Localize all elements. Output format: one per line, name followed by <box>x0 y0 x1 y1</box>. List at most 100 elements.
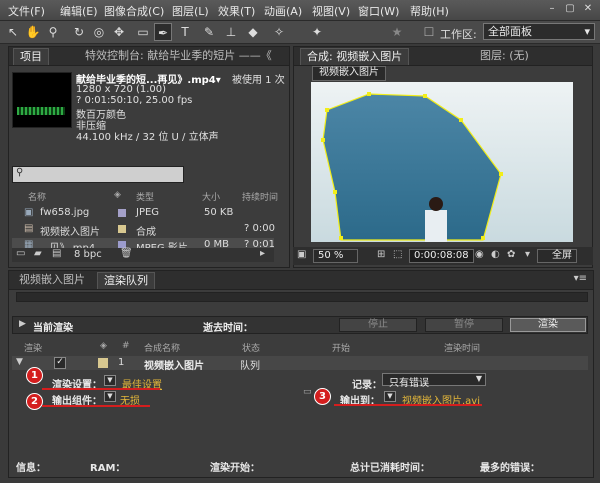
roto-brush-tool-icon[interactable]: ✧ <box>270 23 288 41</box>
file-row[interactable]: ▦ ...见》.mp4 MPEG 影片 0 MB ? 0:01 <box>12 238 274 248</box>
log-label: 记录： <box>352 380 382 391</box>
column-duration[interactable]: 持续时间 <box>242 190 278 203</box>
column-type[interactable]: 类型 <box>136 190 154 203</box>
file-name: 视频嵌入图片 <box>40 227 100 238</box>
comp-viewer-bar: ▣ 50 % ⊞ ⬚ 0:00:08:08 ◉ ◐ ✿ ▾ 全屏 <box>293 247 593 265</box>
step-badge-3: 3 <box>314 388 331 405</box>
expand-triangle-icon[interactable]: ▼ <box>16 357 23 367</box>
comp-name-button[interactable]: 视频嵌入图片 <box>312 66 386 81</box>
menu-edit[interactable]: 编辑(E) <box>60 3 98 19</box>
label-swatch[interactable] <box>118 209 126 217</box>
output-module-dropdown-icon[interactable]: ▼ <box>104 391 116 402</box>
rectangle-tool-icon[interactable]: ▭ <box>134 23 152 41</box>
label-swatch[interactable] <box>118 241 126 248</box>
maximize-icon[interactable]: ▢ <box>562 2 578 16</box>
menu-file[interactable]: 文件(F) <box>8 3 45 19</box>
new-folder-icon[interactable]: ▰ <box>34 248 42 259</box>
column-size[interactable]: 大小 <box>202 190 220 203</box>
column-start[interactable]: 开始 <box>332 341 350 354</box>
tab-render-queue[interactable]: 渲染队列 <box>97 272 155 289</box>
workspace-checkbox-icon[interactable]: ☐ <box>420 23 438 41</box>
column-render-time[interactable]: 渲染时间 <box>444 341 480 354</box>
render-button[interactable]: 渲染 <box>510 318 586 332</box>
puppet-pin-tool-icon[interactable]: ✦ <box>308 23 326 41</box>
new-composition-icon[interactable]: ▤ <box>52 248 61 259</box>
used-count: 被使用 1 次 <box>232 75 285 86</box>
menu-animation[interactable]: 动画(A) <box>264 3 302 19</box>
menu-effect[interactable]: 效果(T) <box>218 3 255 19</box>
trash-icon[interactable]: 🗑 <box>120 248 133 259</box>
tab-composition[interactable]: 合成: 视频嵌入图片 <box>300 48 410 65</box>
zoom-tool-icon[interactable]: ⚲ <box>44 23 62 41</box>
project-tabbar: 项目 特效控制台: 献给毕业季的短片 ——《 <box>9 47 289 66</box>
brush-tool-icon[interactable]: ✎ <box>200 23 218 41</box>
chevron-down-icon: ▾ <box>584 25 590 38</box>
add-output-icon[interactable]: ▭ <box>303 387 312 397</box>
column-render[interactable]: 渲染 <box>24 341 42 354</box>
eraser-tool-icon[interactable]: ◆ <box>244 23 262 41</box>
render-settings-dropdown-icon[interactable]: ▼ <box>104 375 116 386</box>
stop-button[interactable]: 停止 <box>339 318 417 332</box>
current-timecode[interactable]: 0:00:08:08 <box>409 249 474 263</box>
tab-layer[interactable]: 图层: (无) <box>474 48 535 65</box>
hand-tool-icon[interactable]: ✋ <box>24 23 42 41</box>
step-badge-1: 1 <box>26 367 43 384</box>
menu-view[interactable]: 视图(V) <box>312 3 350 19</box>
camera-tool-icon[interactable]: ◎ <box>90 23 108 41</box>
panel-menu-icon[interactable]: ▾≡ <box>574 273 587 284</box>
tag-icon[interactable]: ◈ <box>100 341 107 351</box>
pause-button[interactable]: 暂停 <box>425 318 503 332</box>
region-of-interest-icon[interactable]: ⬚ <box>393 249 402 260</box>
figure-clothes <box>425 210 447 242</box>
file-type: JPEG <box>136 207 160 218</box>
chevron-down-icon[interactable]: ▾ <box>525 249 530 260</box>
interpret-footage-icon[interactable]: ▭ <box>16 248 25 259</box>
zoom-select[interactable]: 50 % <box>313 249 359 263</box>
column-status[interactable]: 状态 <box>242 341 260 354</box>
tab-effect-controls[interactable]: 特效控制台: 献给毕业季的短片 ——《 <box>79 48 279 65</box>
menu-composition[interactable]: 图像合成(C) <box>104 3 164 19</box>
log-select[interactable]: 只有错误 ▼ <box>382 373 486 389</box>
safe-area-icon[interactable]: ⊞ <box>377 249 385 260</box>
column-comp-name[interactable]: 合成名称 <box>144 341 180 354</box>
label-swatch[interactable] <box>118 225 126 233</box>
footage-resolution: 1280 x 720 (1.00) <box>76 84 167 95</box>
bit-depth[interactable]: 8 bpc <box>74 249 102 260</box>
menu-layer[interactable]: 图层(L) <box>172 3 209 19</box>
clone-stamp-tool-icon[interactable]: ⊥ <box>222 23 240 41</box>
selection-tool-icon[interactable]: ↖ <box>4 23 22 41</box>
comp-viewer[interactable] <box>311 82 573 242</box>
scroll-right-icon[interactable]: ▸ <box>260 248 265 259</box>
view-select[interactable]: 全屏 <box>537 249 577 263</box>
column-number[interactable]: # <box>122 341 130 351</box>
minimize-icon[interactable]: – <box>544 2 560 16</box>
file-row[interactable]: ▣ fw658.jpg JPEG 50 KB <box>12 206 274 221</box>
color-channel-icon[interactable]: ✿ <box>507 249 515 260</box>
project-search-input[interactable]: ⚲ <box>12 166 184 183</box>
pan-behind-tool-icon[interactable]: ✥ <box>110 23 128 41</box>
output-to-dropdown-icon[interactable]: ▼ <box>384 391 396 402</box>
close-icon[interactable]: ✕ <box>580 2 596 16</box>
menu-window[interactable]: 窗口(W) <box>358 3 399 19</box>
log-value: 只有错误 <box>389 378 429 389</box>
item-comp-name: 视频嵌入图片 <box>144 361 204 372</box>
column-name[interactable]: 名称 <box>28 190 46 203</box>
show-snapshot-icon[interactable]: ◐ <box>491 249 500 260</box>
label-swatch[interactable] <box>98 358 108 368</box>
render-queue-item[interactable]: ▼ ✓ 1 视频嵌入图片 队列 <box>12 356 588 372</box>
file-row[interactable]: ▤ 视频嵌入图片 合成 ? 0:00 <box>12 222 275 238</box>
grid-toggle-icon[interactable]: ▣ <box>297 249 306 260</box>
text-tool-icon[interactable]: T <box>176 23 194 41</box>
star-icon[interactable]: ★ <box>388 23 406 41</box>
pen-tool-icon[interactable]: ✒ <box>154 23 172 41</box>
menu-help[interactable]: 帮助(H) <box>410 3 449 19</box>
tab-timeline-comp[interactable]: 视频嵌入图片 <box>13 272 91 289</box>
tag-icon[interactable]: ◈ <box>114 190 121 200</box>
snapshot-icon[interactable]: ◉ <box>475 249 484 260</box>
rotate-tool-icon[interactable]: ↻ <box>70 23 88 41</box>
expand-triangle-icon[interactable]: ▶ <box>19 319 26 329</box>
tab-project[interactable]: 项目 <box>13 48 49 65</box>
video-file-icon: ▦ <box>24 239 34 248</box>
workspace-select[interactable]: 全部面板 ▾ <box>483 23 595 40</box>
render-checkbox[interactable]: ✓ <box>54 357 66 369</box>
